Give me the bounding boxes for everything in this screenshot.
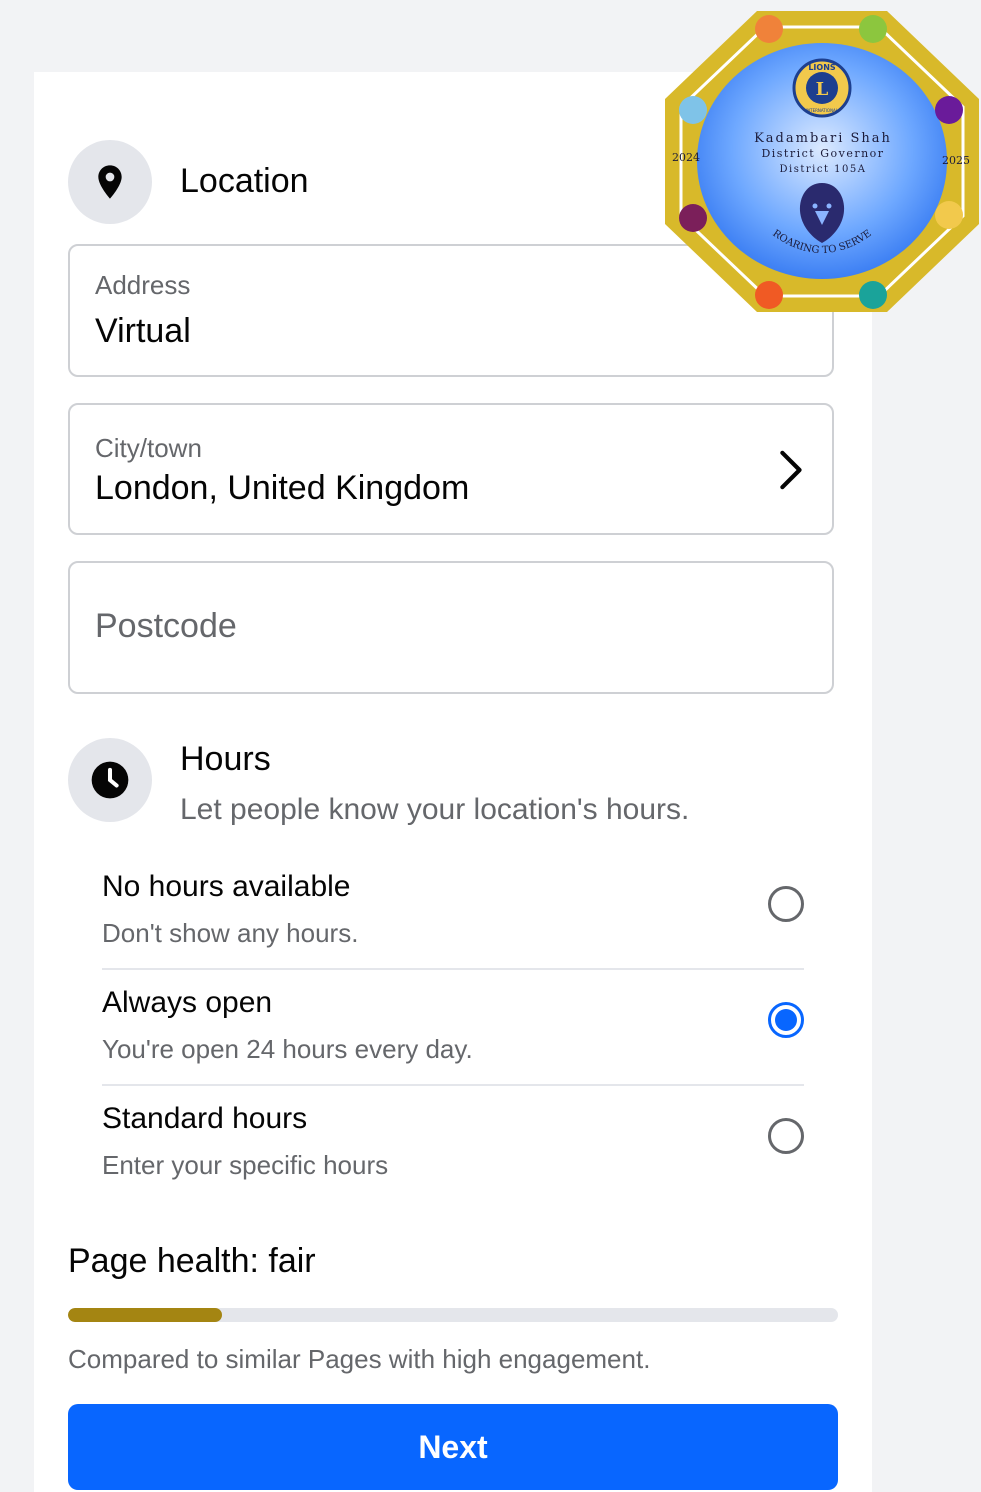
option-subtitle: You're open 24 hours every day. bbox=[102, 1034, 473, 1064]
logo-text: LIONS bbox=[808, 63, 836, 72]
option-always-open[interactable]: Always open You're open 24 hours every d… bbox=[102, 980, 804, 1094]
chevron-right-icon[interactable] bbox=[776, 449, 804, 491]
emblem-icon bbox=[859, 281, 887, 309]
radio-standard-hours[interactable] bbox=[768, 1118, 804, 1154]
option-standard-hours[interactable]: Standard hours Enter your specific hours bbox=[102, 1096, 804, 1210]
badge-year-right: 2025 bbox=[942, 154, 970, 167]
next-button[interactable]: Next bbox=[68, 1404, 838, 1490]
emblem-icon bbox=[755, 15, 783, 43]
divider bbox=[102, 968, 804, 970]
city-field[interactable]: City/town London, United Kingdom bbox=[68, 403, 834, 535]
emblem-icon bbox=[755, 281, 783, 309]
address-label: Address bbox=[95, 270, 191, 300]
location-icon-circle bbox=[68, 140, 152, 224]
location-pin-icon bbox=[98, 165, 122, 199]
badge-role: District Governor bbox=[761, 147, 884, 160]
option-title: Always open bbox=[102, 986, 273, 1019]
radio-always-open[interactable] bbox=[768, 1002, 804, 1038]
hours-subtitle: Let people know your location's hours. bbox=[180, 793, 690, 826]
option-title: Standard hours bbox=[102, 1102, 308, 1135]
hours-text: Hours Let people know your location's ho… bbox=[180, 738, 689, 827]
address-value: Virtual bbox=[95, 312, 191, 350]
page-health-bar bbox=[68, 1308, 838, 1322]
emblem-icon bbox=[935, 96, 963, 124]
hours-icon-circle bbox=[68, 738, 152, 822]
page-health-status: fair bbox=[268, 1242, 316, 1280]
option-no-hours[interactable]: No hours available Don't show any hours. bbox=[102, 864, 804, 978]
divider bbox=[102, 1084, 804, 1086]
location-header: Location bbox=[68, 140, 309, 224]
postcode-placeholder: Postcode bbox=[95, 607, 237, 645]
page-health-note: Compared to similar Pages with high enga… bbox=[68, 1344, 651, 1374]
location-title: Location bbox=[180, 162, 309, 200]
option-title: No hours available bbox=[102, 870, 351, 903]
svg-text:L: L bbox=[816, 79, 829, 100]
page-health-title: Page health: fair bbox=[68, 1242, 316, 1281]
emblem-icon bbox=[935, 201, 963, 229]
hours-header: Hours Let people know your location's ho… bbox=[68, 738, 689, 827]
badge-name: Kadambari Shah bbox=[754, 131, 892, 146]
page-health-fill bbox=[68, 1308, 222, 1322]
page-health-label: Page health: bbox=[68, 1242, 259, 1280]
badge-district: District 105A bbox=[780, 164, 867, 175]
logo-subtext: INTERNATIONAL bbox=[806, 108, 839, 113]
option-subtitle: Enter your specific hours bbox=[102, 1150, 389, 1180]
badge-year-left: 2024 bbox=[672, 151, 700, 164]
option-subtitle: Don't show any hours. bbox=[102, 918, 359, 948]
city-value: London, United Kingdom bbox=[95, 469, 470, 507]
clock-icon bbox=[91, 761, 129, 799]
postcode-field[interactable]: Postcode bbox=[68, 561, 834, 694]
lions-logo: L LIONS INTERNATIONAL bbox=[792, 58, 852, 118]
emblem-icon bbox=[679, 204, 707, 232]
emblem-icon bbox=[859, 15, 887, 43]
lions-district-badge: L LIONS INTERNATIONAL Kadambari Shah Dis… bbox=[665, 11, 979, 312]
city-label: City/town bbox=[95, 433, 202, 463]
radio-no-hours[interactable] bbox=[768, 886, 804, 922]
hours-title: Hours bbox=[180, 740, 271, 778]
emblem-icon bbox=[679, 96, 707, 124]
